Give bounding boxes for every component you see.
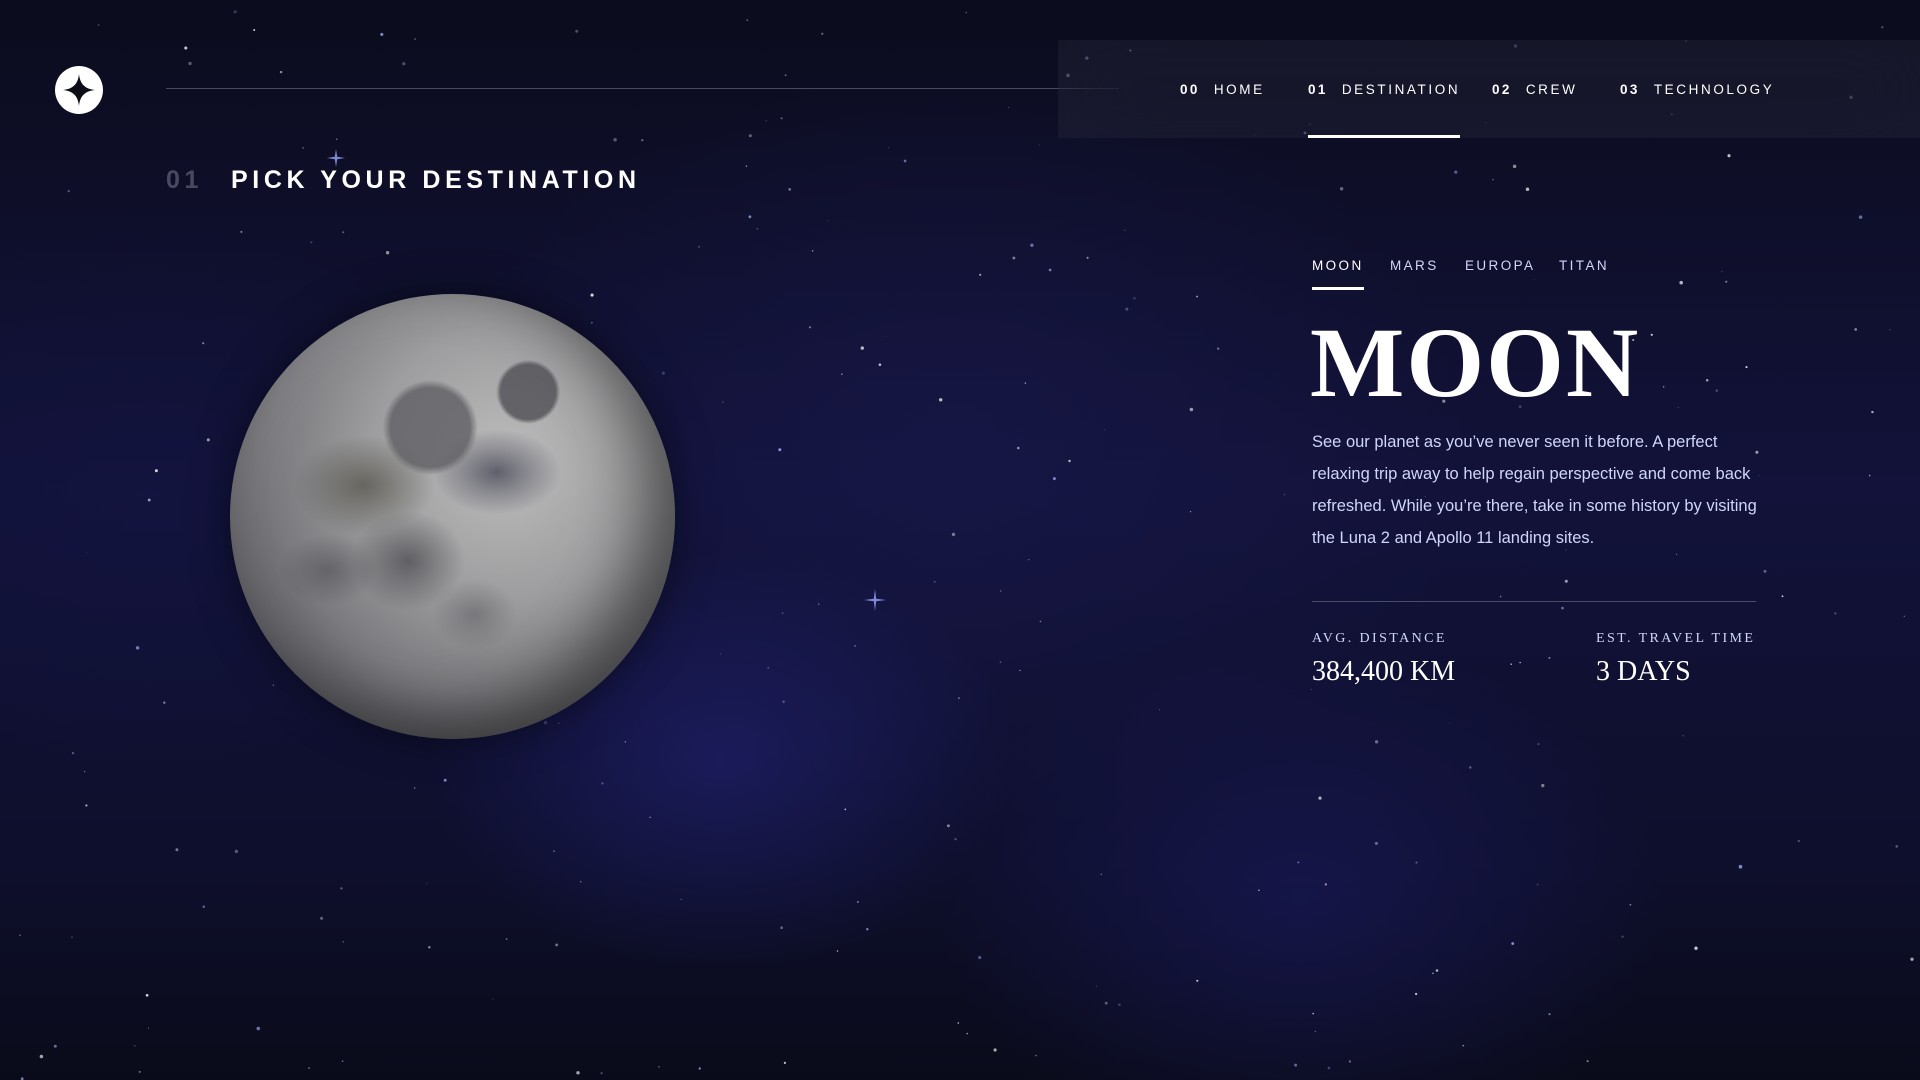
nav-item-crew[interactable]: 02 CREW bbox=[1492, 40, 1577, 138]
nav-item-label: CREW bbox=[1525, 81, 1578, 97]
travel-time-label: EST. TRAVEL TIME bbox=[1596, 631, 1756, 646]
nav-item-label: HOME bbox=[1213, 81, 1265, 97]
nav-item-number: 03 bbox=[1620, 81, 1640, 97]
tab-mars[interactable]: MARS bbox=[1390, 258, 1439, 290]
destination-description: See our planet as you’ve never seen it b… bbox=[1312, 433, 1757, 547]
page-title-number: 01 bbox=[166, 166, 204, 194]
nav-item-number: 02 bbox=[1492, 81, 1512, 97]
logo-icon[interactable] bbox=[55, 66, 103, 114]
header-divider-line bbox=[166, 88, 1119, 89]
tab-titan[interactable]: TITAN bbox=[1559, 258, 1609, 290]
stats-divider bbox=[1312, 601, 1756, 602]
travel-time-value: 3 DAYS bbox=[1596, 656, 1691, 687]
page-title: 01 PICK YOUR DESTINATION bbox=[166, 166, 641, 195]
tab-europa[interactable]: EUROPA bbox=[1465, 258, 1535, 290]
distance-value: 384,400 KM bbox=[1312, 656, 1456, 687]
page-title-text: PICK YOUR DESTINATION bbox=[231, 166, 641, 194]
tab-moon[interactable]: MOON bbox=[1312, 258, 1364, 290]
nav-item-label: TECHNOLOGY bbox=[1653, 81, 1775, 97]
distance-label: AVG. DISTANCE bbox=[1312, 631, 1447, 646]
destination-name: MOON bbox=[1310, 307, 1641, 418]
four-point-star-icon bbox=[63, 74, 95, 106]
nav-item-number: 00 bbox=[1180, 81, 1200, 97]
nav-item-label: DESTINATION bbox=[1341, 81, 1461, 97]
moon-image bbox=[230, 294, 675, 739]
nav-item-number: 01 bbox=[1308, 81, 1328, 97]
main-navigation: 00 HOME 01 DESTINATION 02 CREW 03 TECHNO… bbox=[1058, 40, 1920, 138]
nav-item-home[interactable]: 00 HOME bbox=[1180, 40, 1265, 138]
nav-item-destination[interactable]: 01 DESTINATION bbox=[1308, 40, 1461, 138]
nav-item-technology[interactable]: 03 TECHNOLOGY bbox=[1620, 40, 1774, 138]
